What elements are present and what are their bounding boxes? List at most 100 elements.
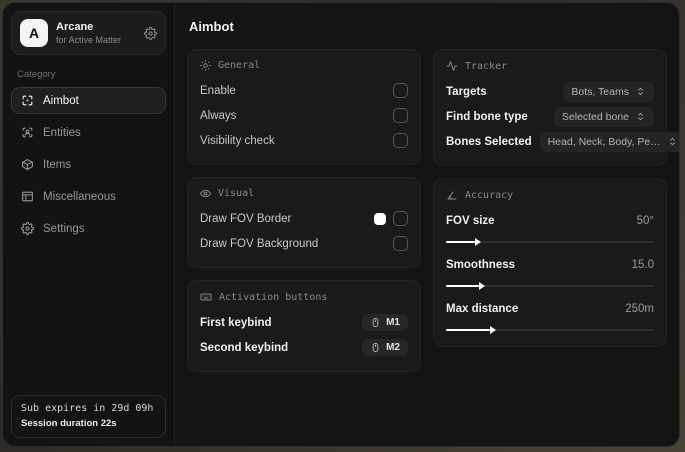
activity-icon [446,60,458,72]
select-value: Head, Neck, Body, Pe… [547,135,661,148]
card-accuracy-header: Accuracy [446,189,654,201]
select-value: Bots, Teams [571,85,629,98]
sidebar-item-entities[interactable]: Entities [11,119,166,146]
page-title: Aimbot [189,19,234,34]
subscription-card: Sub expires in 29d 09h Session duration … [11,395,166,438]
enable-checkbox[interactable] [393,83,408,98]
sidebar: A Arcane for Active Matter Category Aimb… [3,3,175,446]
card-title: General [218,60,261,71]
always-checkbox[interactable] [393,108,408,123]
card-title: Visual [218,188,255,199]
slider-fill [446,281,486,290]
setting-row-always: Always [200,103,408,128]
card-title: Accuracy [465,189,514,201]
chevrons-up-down-icon [635,86,646,97]
gear-icon [21,222,34,235]
gear-icon[interactable] [144,26,157,40]
visibility-check-checkbox[interactable] [393,133,408,148]
slider-label-row: Smoothness 15.0 [446,252,654,277]
category-nav: Aimbot Entities Items Miscellaneous Sett… [11,87,166,247]
setting-row-bones-selected: Bones Selected Head, Neck, Body, Pe… [446,129,679,154]
session-duration-text: Session duration 22s [21,418,117,429]
sidebar-item-miscellaneous[interactable]: Miscellaneous [11,183,166,210]
sidebar-item-items[interactable]: Items [11,151,166,178]
setting-label: Max distance [446,302,519,315]
bones-selected-select[interactable]: Head, Neck, Body, Pe… [539,131,679,152]
brand-card: A Arcane for Active Matter [11,11,166,55]
sidebar-item-aimbot[interactable]: Aimbot [11,87,166,114]
game-background: A Arcane for Active Matter Category Aimb… [0,0,685,452]
sidebar-item-settings[interactable]: Settings [11,215,166,242]
right-column: Tracker Targets Bots, Teams Find bone ty… [433,49,679,347]
card-tracker: Tracker Targets Bots, Teams Find bone ty… [433,49,679,166]
color-swatch[interactable] [374,212,386,225]
setting-label: First keybind [200,316,272,329]
slider-value: 250m [625,302,654,315]
keybind-value: M1 [386,317,400,328]
first-keybind-button[interactable]: M1 [362,314,408,331]
angle-icon [446,189,458,201]
card-title: Activation buttons [219,291,328,303]
control-group [374,211,408,226]
draw-fov-background-checkbox[interactable] [393,236,408,251]
chevrons-up-down-icon [667,136,678,147]
setting-label: Draw FOV Background [200,237,319,250]
mouse-icon [370,317,381,328]
slider-value: 50° [636,214,654,227]
setting-row-second-keybind: Second keybind M2 [200,335,408,360]
setting-label: Always [200,109,237,122]
keyboard-icon [200,291,212,303]
crosshair-icon [21,94,34,107]
card-visual: Visual Draw FOV Border Draw FOV Backgrou… [187,177,421,268]
eye-icon [200,188,211,199]
app-name: Arcane [56,21,94,33]
slider-label-row: Max distance 250m [446,296,654,321]
draw-fov-border-checkbox[interactable] [393,211,408,226]
slider-thumb[interactable] [489,325,496,334]
setting-row-find-bone-type: Find bone type Selected bone [446,104,654,129]
setting-row-draw-fov-background: Draw FOV Background [200,231,408,256]
slider-group-max-distance: Max distance 250m [446,296,654,334]
setting-label: Visibility check [200,134,275,147]
content-columns: General Enable Always Visibility check V… [187,49,679,372]
sidebar-item-label: Aimbot [43,94,79,107]
sidebar-item-label: Items [43,158,72,171]
slider-fill [446,237,482,246]
card-activation-buttons: Activation buttons First keybind M1 Seco… [187,280,421,372]
slider-thumb[interactable] [475,237,482,246]
arcane-window: A Arcane for Active Matter Category Aimb… [2,2,680,447]
card-general-header: General [200,60,408,71]
person-scan-icon [21,126,34,139]
second-keybind-button[interactable]: M2 [362,339,408,356]
setting-label: Bones Selected [446,135,532,148]
card-general: General Enable Always Visibility check [187,49,421,165]
smoothness-slider[interactable] [446,281,654,290]
mouse-icon [370,342,381,353]
app-logo: A [20,19,48,47]
find-bone-type-select[interactable]: Selected bone [553,106,654,127]
slider-group-fov-size: FOV size 50° [446,208,654,246]
setting-label: Second keybind [200,341,289,354]
setting-label: Find bone type [446,110,528,123]
keybind-value: M2 [386,342,400,353]
chevrons-up-down-icon [635,111,646,122]
fov-size-slider[interactable] [446,237,654,246]
card-activation-header: Activation buttons [200,291,408,303]
setting-label: Targets [446,85,487,98]
card-title: Tracker [465,60,508,72]
slider-thumb[interactable] [479,281,486,290]
setting-label: FOV size [446,214,495,227]
setting-label: Smoothness [446,258,516,271]
setting-row-enable: Enable [200,78,408,103]
layout-icon [21,190,34,203]
slider-group-smoothness: Smoothness 15.0 [446,252,654,290]
brand-text: Arcane for Active Matter [56,21,121,45]
targets-select[interactable]: Bots, Teams [563,81,654,102]
sidebar-item-label: Miscellaneous [43,190,116,203]
setting-label: Enable [200,84,236,97]
setting-row-first-keybind: First keybind M1 [200,310,408,335]
max-distance-slider[interactable] [446,325,654,334]
setting-label: Draw FOV Border [200,212,292,225]
category-label: Category [17,69,56,80]
card-tracker-header: Tracker [446,60,654,72]
